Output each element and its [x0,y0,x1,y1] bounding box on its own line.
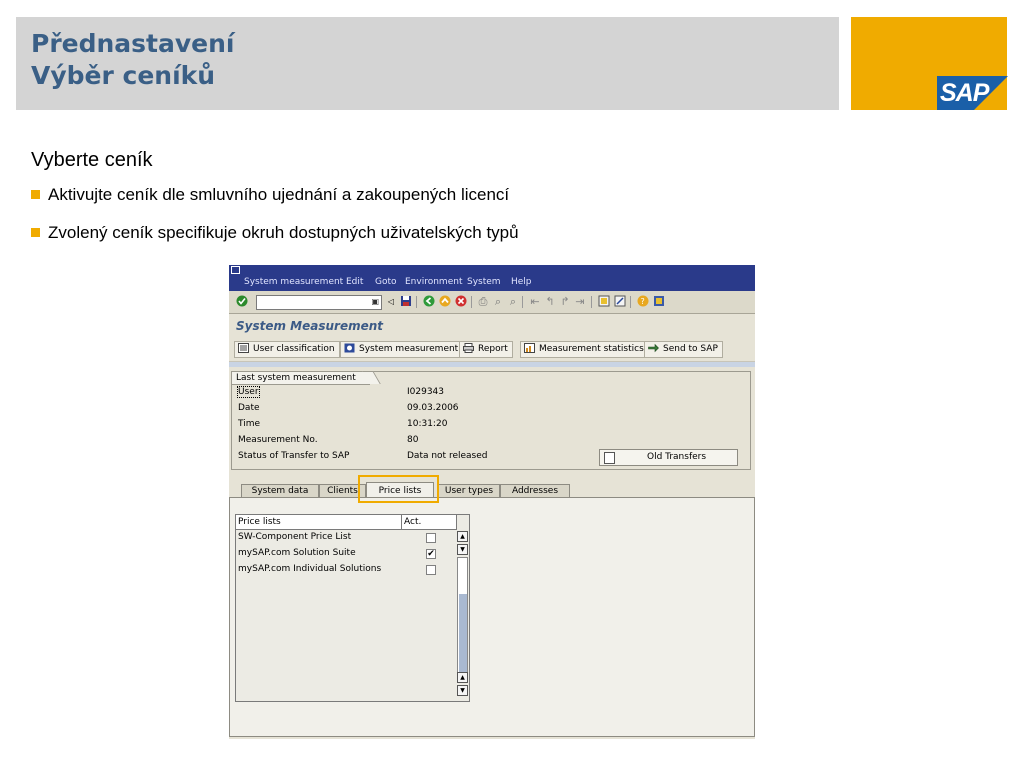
sap-gui-window: System measurement Edit Goto Environment… [229,265,755,739]
price-lists-table: Price lists Act. SW-Component Price List… [235,514,470,702]
svg-text:?: ? [641,297,645,306]
menu-edit[interactable]: Edit [346,277,363,287]
statistics-icon [524,343,535,353]
table-row-label: mySAP.com Individual Solutions [238,564,382,574]
toolbar-separator [416,296,417,308]
slide-heading: Vyberte ceník [31,149,153,171]
back-icon[interactable] [422,295,436,308]
column-header-price-lists[interactable]: Price lists [236,515,402,530]
tab-strip: System data Clients Price lists User typ… [229,482,755,499]
field-label-date: Date [238,403,260,413]
next-page-icon[interactable]: ↱ [558,295,572,308]
frame-title: Last system measurement [231,371,370,385]
system-measurement-button[interactable]: System measurement [340,341,464,358]
active-tab-highlight [358,475,439,503]
field-label-user: User [237,386,260,398]
screen-title: System Measurement [236,319,384,333]
slide-title-line1: Přednastavení [31,29,235,58]
user-classification-label: User classification [253,344,335,354]
bullet-text: Aktivujte ceník dle smluvního ujednání a… [48,185,510,204]
find-icon[interactable]: ⌕ [491,295,505,308]
system-measurement-label: System measurement [359,344,459,354]
field-label-measurement-no: Measurement No. [238,435,318,445]
active-checkbox-2[interactable] [426,565,436,575]
active-checkbox-0[interactable] [426,533,436,543]
scroll-track[interactable] [457,557,468,680]
window-menu-icon[interactable] [231,266,240,274]
system-measurement-icon [344,343,355,353]
layout-icon[interactable] [652,295,666,308]
application-toolbar: User classification System measurement R… [229,337,755,362]
field-label-time: Time [238,419,261,429]
scroll-thumb[interactable] [459,594,467,678]
send-to-sap-button[interactable]: Send to SAP [644,341,723,358]
tab-system-data[interactable]: System data [241,484,319,498]
command-field[interactable]: ▣ [256,295,382,310]
field-value-time: 10:31:20 [407,419,448,429]
tab-addresses[interactable]: Addresses [500,484,570,498]
measurement-statistics-label: Measurement statistics [539,344,644,354]
report-printer-icon [463,343,474,353]
user-classification-icon [238,343,249,353]
field-label-transfer-status: Status of Transfer to SAP [238,451,350,461]
table-row-label: mySAP.com Solution Suite [238,548,356,558]
menu-help[interactable]: Help [511,277,532,287]
scroll-up-icon[interactable]: ▲ [457,672,468,683]
help-icon[interactable]: ? [636,295,650,308]
bullet-square-icon [31,190,40,199]
active-checkbox-1[interactable]: ✔ [426,549,436,559]
command-history-icon[interactable]: ▣ [371,297,379,306]
scroll-up-icon[interactable]: ▲ [457,531,468,542]
bullet-item: Aktivujte ceník dle smluvního ujednání a… [31,185,509,205]
print-icon[interactable]: ⎙ [476,295,490,308]
send-to-sap-label: Send to SAP [663,344,718,354]
command-toggle-icon[interactable]: ◁ [384,295,398,308]
header-divider-strip [229,362,755,367]
toolbar-separator [591,296,592,308]
sap-logo-text: SAP [940,79,989,107]
create-session-icon[interactable] [597,295,611,308]
bullet-item: Zvolený ceník specifikuje okruh dostupný… [31,223,519,243]
user-classification-button[interactable]: User classification [234,341,340,358]
find-next-icon[interactable]: ⌕ [506,295,520,308]
menu-goto[interactable]: Goto [375,277,397,287]
bullet-square-icon [31,228,40,237]
scroll-down-icon[interactable]: ▼ [457,685,468,696]
field-value-date: 09.03.2006 [407,403,459,413]
toolbar-separator [471,296,472,308]
slide-title-bar: Přednastavení Výběr ceníků [16,17,839,110]
previous-page-icon[interactable]: ↰ [543,295,557,308]
field-value-transfer-status: Data not released [407,451,488,461]
toolbar-separator [630,296,631,308]
save-icon[interactable] [399,295,413,308]
shortcut-icon[interactable] [613,295,627,308]
bullet-text: Zvolený ceník specifikuje okruh dostupný… [48,223,519,242]
scroll-down-icon[interactable]: ▼ [457,544,468,555]
column-header-active[interactable]: Act. [402,515,457,530]
first-page-icon[interactable]: ⇤ [528,295,542,308]
old-transfers-label: Old Transfers [647,452,707,462]
toolbar-separator [522,296,523,308]
exit-icon[interactable] [438,295,452,308]
old-transfers-button[interactable]: Old Transfers [599,449,738,466]
sap-menubar: System measurement Edit Goto Environment… [229,265,755,291]
document-icon [604,452,615,464]
field-value-measurement-no: 80 [407,435,419,445]
send-icon [648,343,659,353]
tab-user-types[interactable]: User types [438,484,500,498]
field-value-user: I029343 [407,387,445,397]
menu-environment[interactable]: Environment [405,277,462,287]
report-button[interactable]: Report [459,341,513,358]
measurement-statistics-button[interactable]: Measurement statistics [520,341,649,358]
cancel-icon[interactable] [454,295,468,308]
slide-title-line2: Výběr ceníků [31,61,216,90]
table-row-label: SW-Component Price List [238,532,352,542]
menu-system[interactable]: System [467,277,501,287]
table-scrollbar[interactable]: ▲ ▼ ▲ ▼ [457,531,468,697]
report-label: Report [478,344,508,354]
enter-check-icon[interactable] [235,295,249,308]
menu-system-measurement[interactable]: System measurement [244,277,343,287]
last-page-icon[interactable]: ⇥ [573,295,587,308]
sap-standard-toolbar: ▣ ◁ ⎙ ⌕ ⌕ ⇤ ↰ ↱ ⇥ ? [229,291,755,314]
